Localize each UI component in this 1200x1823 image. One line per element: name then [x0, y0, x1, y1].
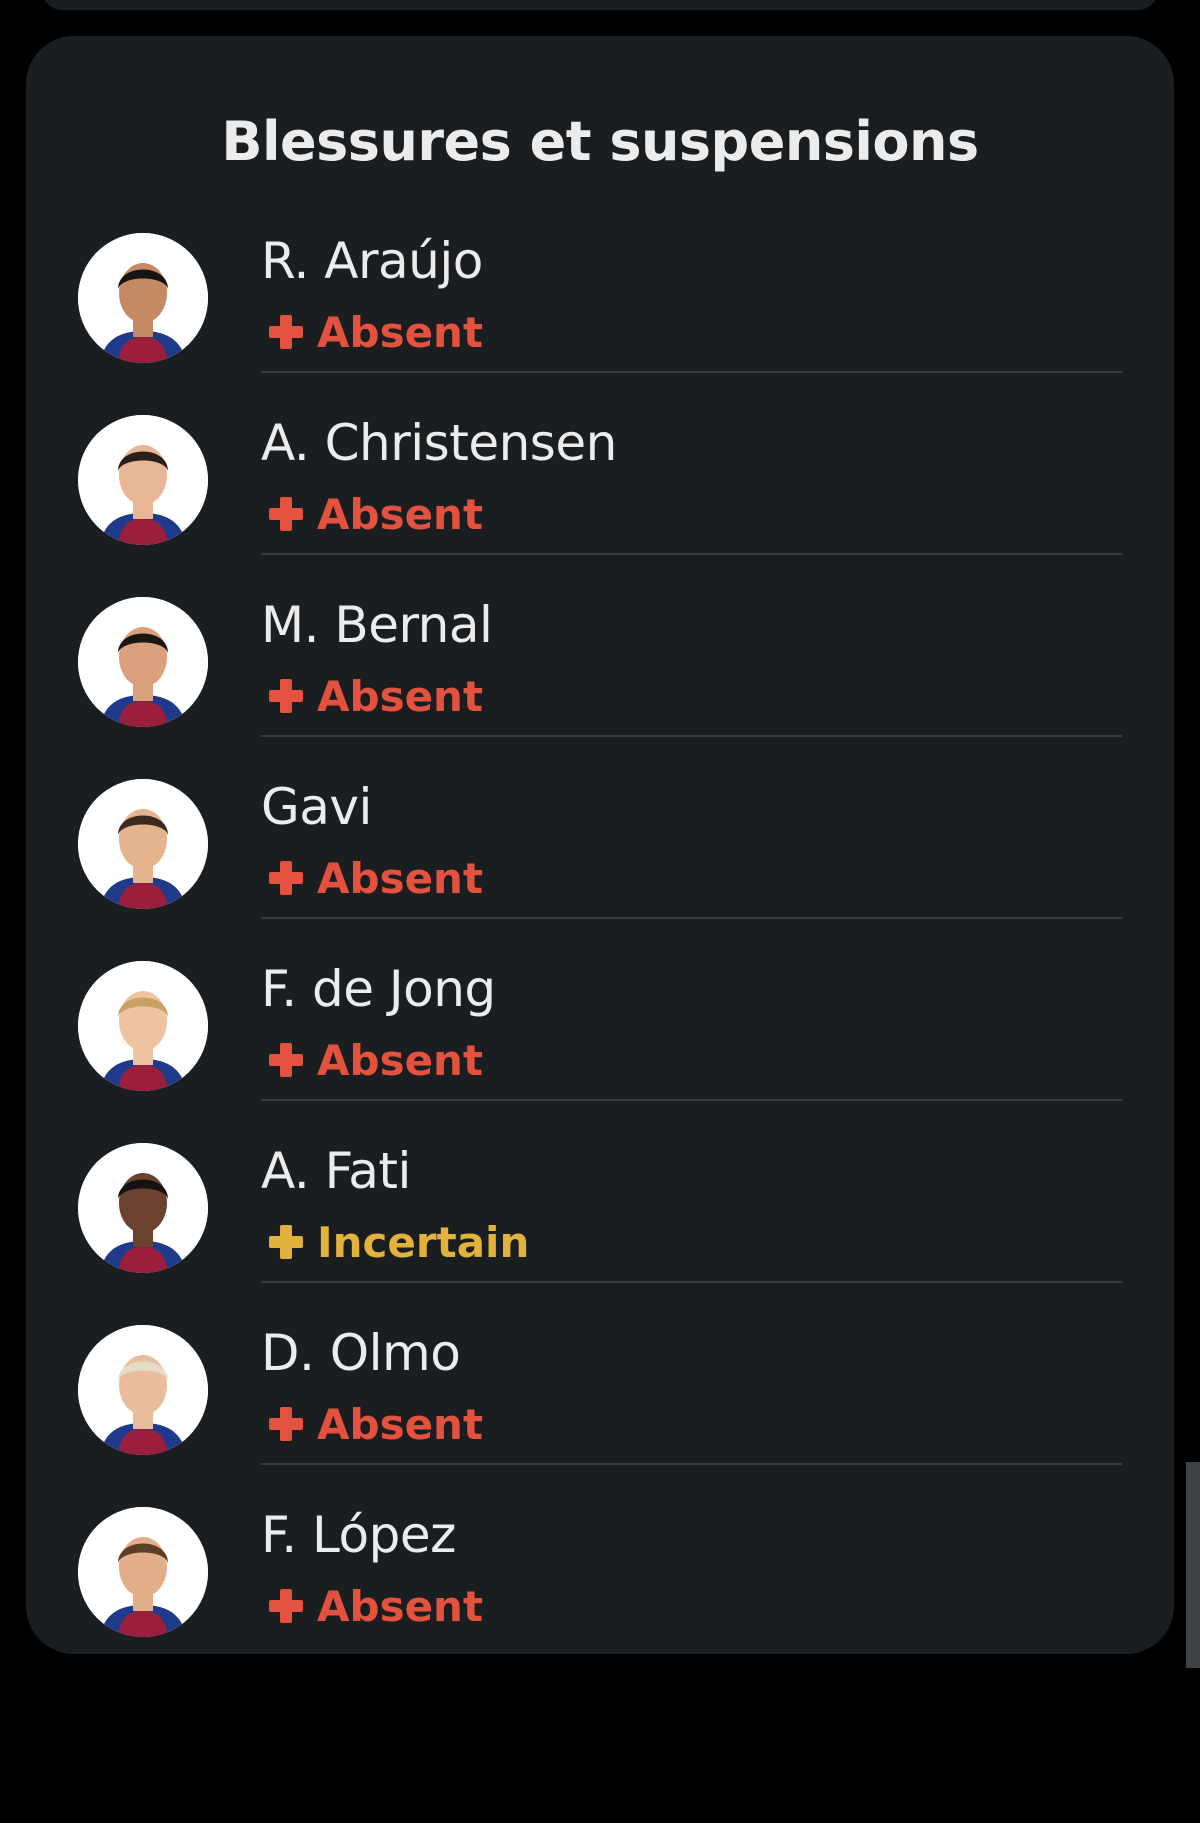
injury-cross-icon — [269, 679, 303, 713]
player-avatar — [78, 1507, 208, 1637]
player-row[interactable]: F. López Absent — [26, 1465, 1174, 1647]
player-status: Absent — [269, 1581, 484, 1631]
player-row[interactable]: Gavi Absent — [26, 737, 1174, 919]
player-status: Absent — [269, 489, 484, 539]
player-photo-icon — [78, 1143, 208, 1273]
player-row[interactable]: R. Araújo Absent — [26, 191, 1174, 373]
player-status-label: Absent — [317, 853, 484, 903]
player-photo-icon — [78, 415, 208, 545]
player-status-label: Incertain — [317, 1217, 530, 1267]
player-photo-icon — [78, 233, 208, 363]
injury-cross-icon — [269, 1043, 303, 1077]
player-photo-icon — [78, 1325, 208, 1455]
player-row[interactable]: M. Bernal Absent — [26, 555, 1174, 737]
player-name: M. Bernal — [261, 596, 493, 654]
player-name: D. Olmo — [261, 1324, 461, 1382]
previous-card-edge — [42, 0, 1158, 10]
player-name: R. Araújo — [261, 232, 483, 290]
player-status: Absent — [269, 853, 484, 903]
scrollbar-thumb[interactable] — [1186, 1462, 1200, 1668]
injury-cross-icon — [269, 861, 303, 895]
player-status: Absent — [269, 1035, 484, 1085]
player-photo-icon — [78, 961, 208, 1091]
injuries-suspensions-card: Blessures et suspensions R. Araújo Absent… — [26, 36, 1174, 1654]
player-status-label: Absent — [317, 307, 484, 357]
player-status-label: Absent — [317, 1399, 484, 1449]
player-status-label: Absent — [317, 489, 484, 539]
player-name: F. López — [261, 1506, 456, 1564]
player-name: Gavi — [261, 778, 372, 836]
player-avatar — [78, 1143, 208, 1273]
player-avatar — [78, 415, 208, 545]
player-status: Incertain — [269, 1217, 530, 1267]
player-photo-icon — [78, 597, 208, 727]
player-row[interactable]: A. Fati Incertain — [26, 1101, 1174, 1283]
player-status: Absent — [269, 307, 484, 357]
player-status-label: Absent — [317, 671, 484, 721]
player-row[interactable]: F. de Jong Absent — [26, 919, 1174, 1101]
player-avatar — [78, 233, 208, 363]
player-avatar — [78, 779, 208, 909]
player-status: Absent — [269, 1399, 484, 1449]
player-row[interactable]: A. Christensen Absent — [26, 373, 1174, 555]
injury-cross-icon — [269, 497, 303, 531]
player-status-label: Absent — [317, 1035, 484, 1085]
player-photo-icon — [78, 1507, 208, 1637]
player-list: R. Araújo Absent A. Christensen Absent M. Be… — [26, 191, 1174, 1647]
player-photo-icon — [78, 779, 208, 909]
player-avatar — [78, 597, 208, 727]
player-status-label: Absent — [317, 1581, 484, 1631]
player-avatar — [78, 961, 208, 1091]
player-row[interactable]: D. Olmo Absent — [26, 1283, 1174, 1465]
uncertain-cross-icon — [269, 1225, 303, 1259]
player-avatar — [78, 1325, 208, 1455]
injury-cross-icon — [269, 1589, 303, 1623]
player-name: F. de Jong — [261, 960, 496, 1018]
card-title: Blessures et suspensions — [221, 110, 979, 173]
injury-cross-icon — [269, 1407, 303, 1441]
player-name: A. Christensen — [261, 414, 617, 472]
player-name: A. Fati — [261, 1142, 411, 1200]
injury-cross-icon — [269, 315, 303, 349]
player-status: Absent — [269, 671, 484, 721]
